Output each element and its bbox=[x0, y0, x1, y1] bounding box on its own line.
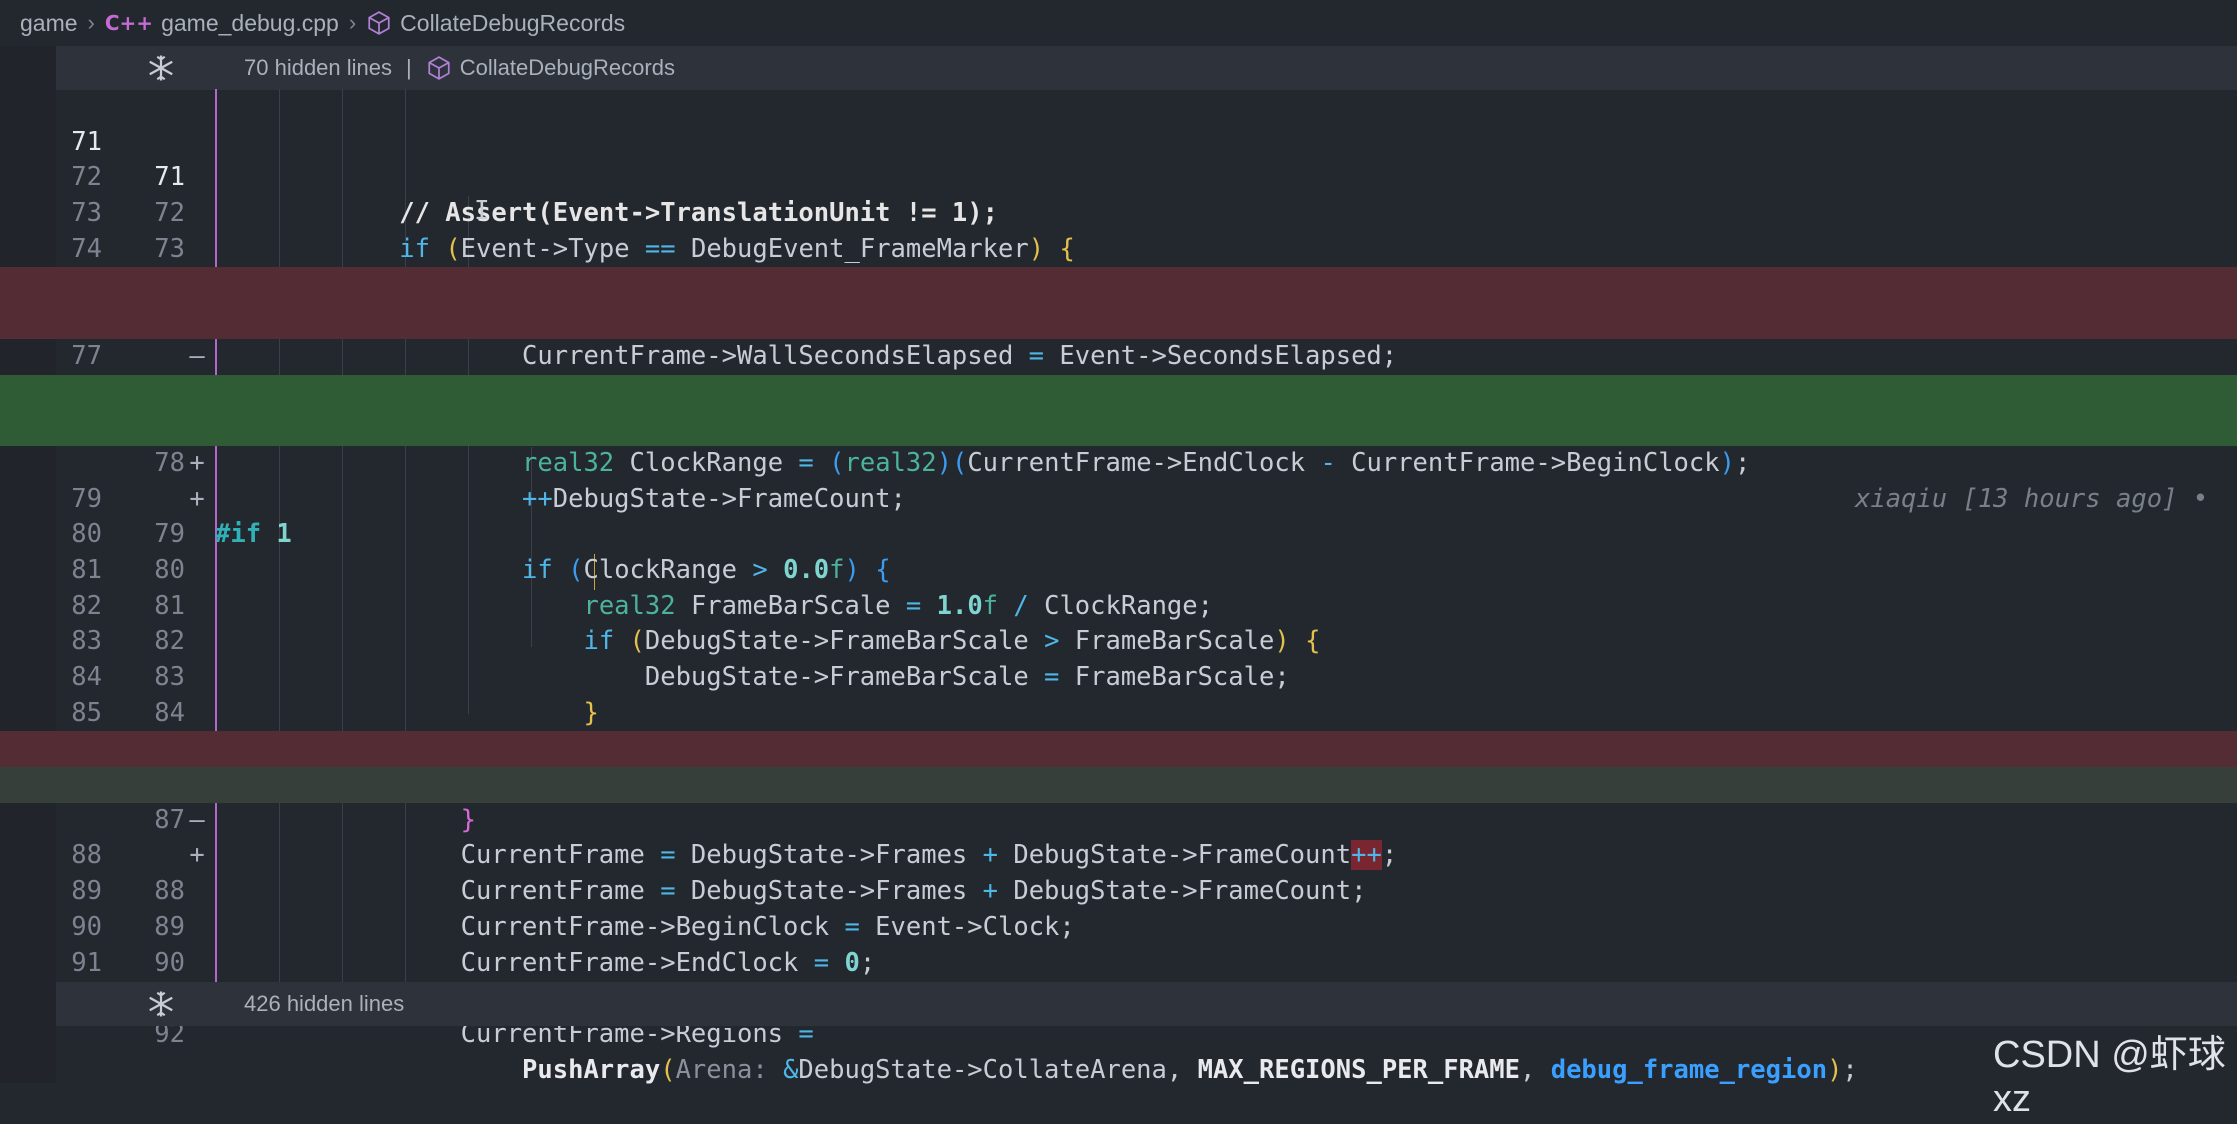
code-line[interactable]: 74 74 CurrentFrame->EndClock = Event->Cl… bbox=[0, 196, 2237, 335]
method-cube-icon bbox=[368, 11, 390, 35]
code-line[interactable]: 90 90 CurrentFrame->RegionCount = 0; bbox=[0, 874, 2237, 1013]
added-line[interactable]: 78 + #if 1 bbox=[0, 410, 2237, 549]
code-line[interactable]: 88 88 CurrentFrame->BeginClock = Event->… bbox=[0, 803, 2237, 941]
cpp-file-icon: C++ bbox=[104, 11, 154, 35]
code-line[interactable]: 83 83 } bbox=[0, 589, 2237, 727]
diff-editor[interactable]: 71 71 // Assert(Event->TranslationUnit !… bbox=[0, 89, 2237, 1085]
code-line[interactable]: 79 79 if (ClockRange > 0.0f) { bbox=[0, 446, 2237, 585]
unfold-icon[interactable] bbox=[146, 53, 176, 83]
breadcrumb-file[interactable]: C++ game_debug.cpp bbox=[105, 10, 339, 37]
added-line[interactable]: 87 + CurrentFrame = DebugState->Frames +… bbox=[0, 767, 2237, 906]
unfold-icon[interactable] bbox=[146, 989, 176, 1019]
watermark: CSDN @虾球xz bbox=[1993, 1034, 2226, 1120]
hidden-lines-fold-bottom[interactable]: 426 hidden lines bbox=[56, 982, 2237, 1026]
chevron-right-icon: › bbox=[87, 10, 95, 35]
code-line[interactable]: 86 86 } bbox=[0, 696, 2237, 834]
code-line[interactable]: 84 84 } bbox=[0, 624, 2237, 763]
code-line[interactable]: 89 89 CurrentFrame->EndClock = 0; bbox=[0, 838, 2237, 977]
code-line[interactable]: 75 75 CurrentFrame->WallSecondsElapsed =… bbox=[0, 232, 2237, 370]
hidden-lines-label: 426 hidden lines bbox=[244, 991, 405, 1016]
method-cube-icon bbox=[428, 56, 450, 80]
code-line[interactable]: 91 91 CurrentFrame->Regions = bbox=[0, 910, 2237, 1049]
hidden-lines-fold-top[interactable]: 70 hidden lines | CollateDebugRecords bbox=[56, 46, 2237, 90]
breadcrumb: game › C++ game_debug.cpp › CollateDebug… bbox=[0, 0, 2237, 46]
deleted-line[interactable]: 77 — #if 0 bbox=[0, 303, 2237, 443]
breadcrumb-symbol[interactable]: CollateDebugRecords bbox=[366, 10, 625, 37]
hidden-lines-label: 70 hidden lines bbox=[244, 55, 393, 80]
code-line[interactable]: 71 71 // Assert(Event->TranslationUnit !… bbox=[0, 89, 2237, 228]
breadcrumb-folder[interactable]: game bbox=[20, 10, 78, 37]
fold-symbol: CollateDebugRecords bbox=[459, 55, 675, 80]
code-line[interactable]: 85 85 #endif bbox=[0, 660, 2237, 799]
added-line[interactable]: 77 + ++DebugState->FrameCount; bbox=[0, 374, 2237, 514]
chevron-right-icon: › bbox=[348, 10, 357, 35]
code-line[interactable]: 92 92 PushArray(Arena: &DebugState->Coll… bbox=[0, 946, 2237, 1084]
code-line[interactable]: 72 72 if (Event->Type == DebugEvent_Fram… bbox=[0, 125, 2237, 263]
fold-separator: | bbox=[406, 55, 412, 80]
code-line[interactable]: 80 80 real32 FrameBarScale = 1.0f / Cloc… bbox=[0, 482, 2237, 620]
text-cursor-icon: I bbox=[474, 196, 490, 226]
code-line[interactable]: 81 81 if (DebugState->FrameBarScale > Fr… bbox=[0, 517, 2237, 656]
code-line[interactable]: 82 82 DebugState->FrameBarScale = FrameB… bbox=[0, 553, 2237, 692]
code-line[interactable]: 78 76 real32 ClockRange = (real32)(Curre… bbox=[0, 339, 2237, 514]
code-line[interactable]: 73 73 if (CurrentFrame) { bbox=[0, 160, 2237, 299]
deleted-line[interactable]: 87 — CurrentFrame = DebugState->Frames +… bbox=[0, 731, 2237, 871]
deleted-line[interactable]: 76 — bbox=[0, 267, 2237, 371]
